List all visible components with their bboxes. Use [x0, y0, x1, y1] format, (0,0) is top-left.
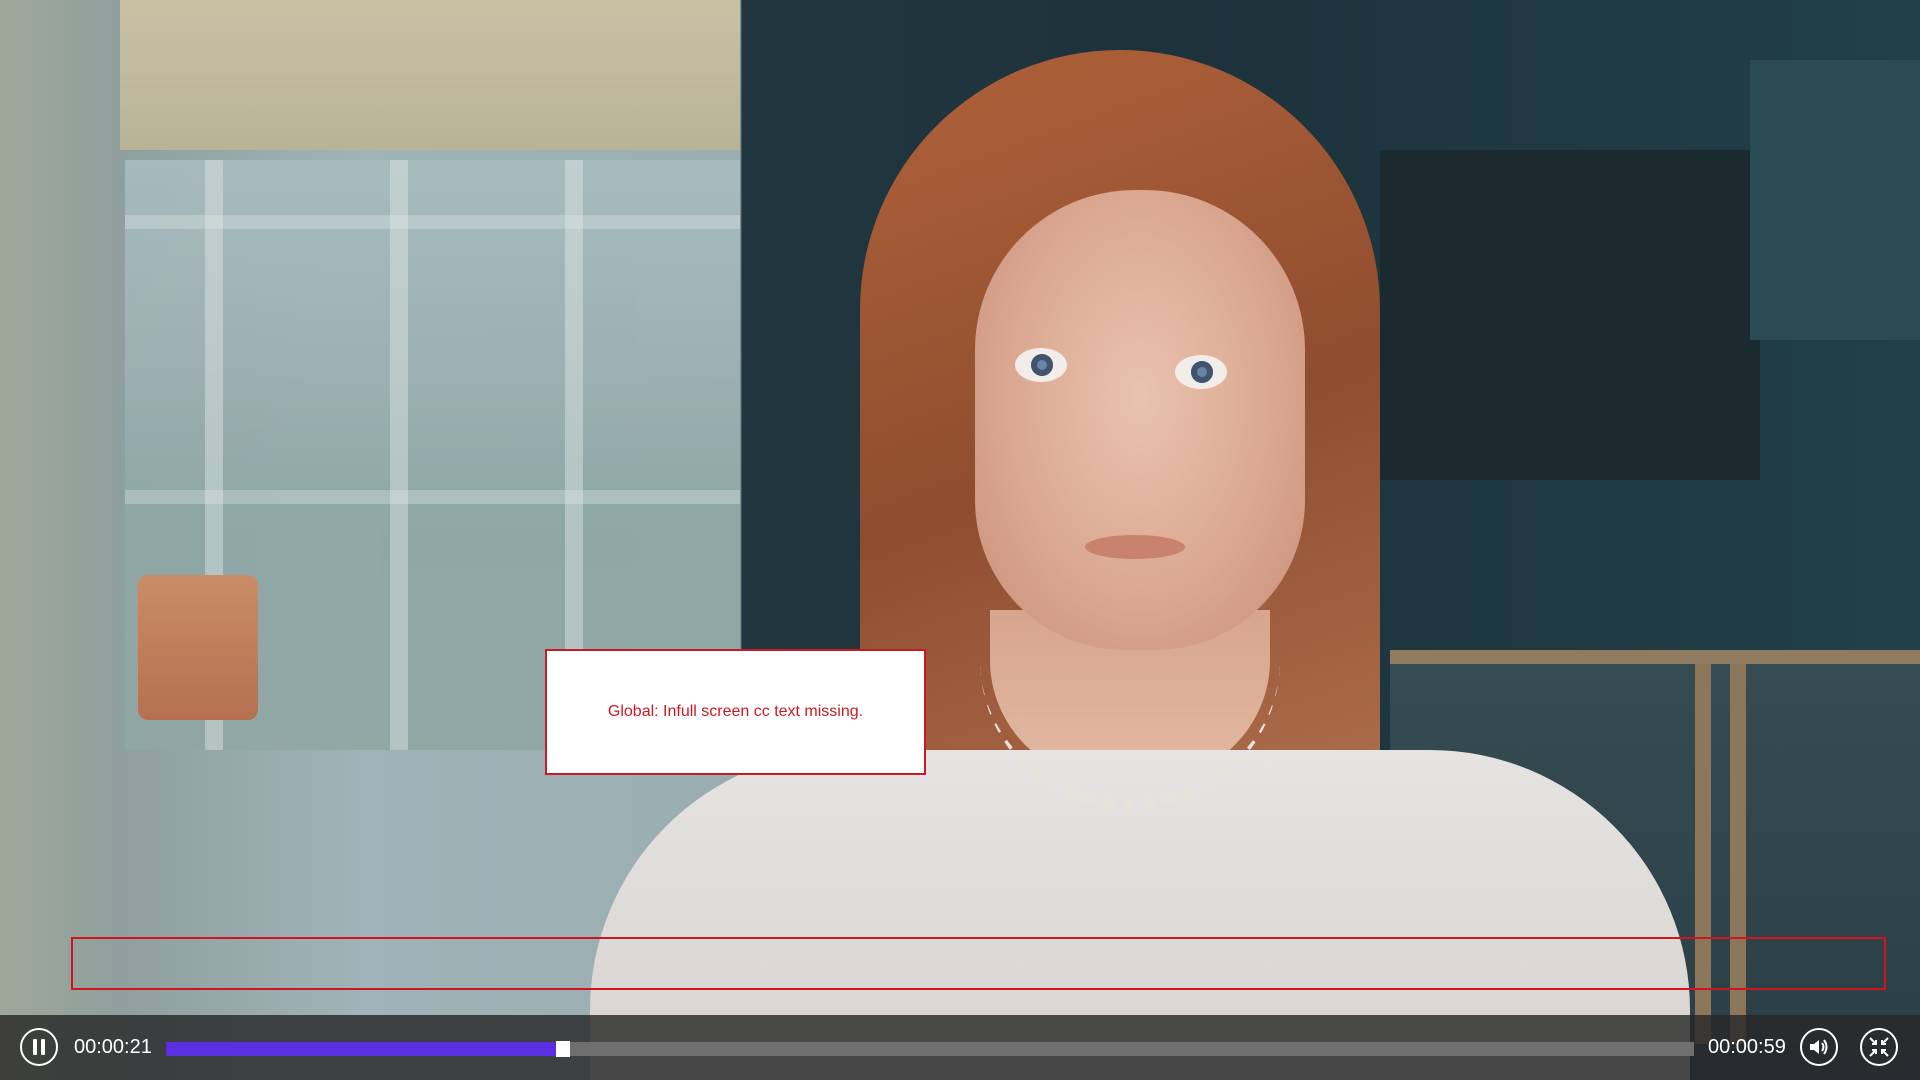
- exit-fullscreen-button[interactable]: [1860, 1028, 1898, 1066]
- annotation-text: Global: Infull screen cc text missing.: [607, 703, 864, 720]
- volume-button[interactable]: [1800, 1028, 1838, 1066]
- volume-icon: [1810, 1039, 1828, 1055]
- window-mullion: [390, 160, 408, 750]
- speaker-eye: [1015, 348, 1067, 382]
- speaker-mouth: [1085, 535, 1185, 559]
- caption-area-highlight: [71, 937, 1886, 990]
- player-control-bar: 00:00:21 00:00:59: [0, 1015, 1920, 1080]
- speaker-eye: [1175, 355, 1227, 389]
- background-chair: [138, 575, 258, 720]
- background-panel: [1750, 60, 1920, 340]
- seek-progress: [166, 1042, 564, 1056]
- pause-button[interactable]: [20, 1028, 58, 1066]
- video-frame[interactable]: [0, 0, 1920, 1080]
- seek-handle[interactable]: [556, 1041, 571, 1057]
- current-time: 00:00:21: [74, 1036, 152, 1058]
- total-time: 00:00:59: [1708, 1036, 1786, 1058]
- speaker: [560, 50, 1690, 1080]
- exit-fullscreen-icon: [1869, 1037, 1889, 1057]
- speaker-face: [975, 190, 1305, 650]
- seek-bar[interactable]: [166, 1041, 1694, 1057]
- annotation-note: Global: Infull screen cc text missing.: [545, 649, 926, 775]
- pause-icon: [31, 1039, 47, 1055]
